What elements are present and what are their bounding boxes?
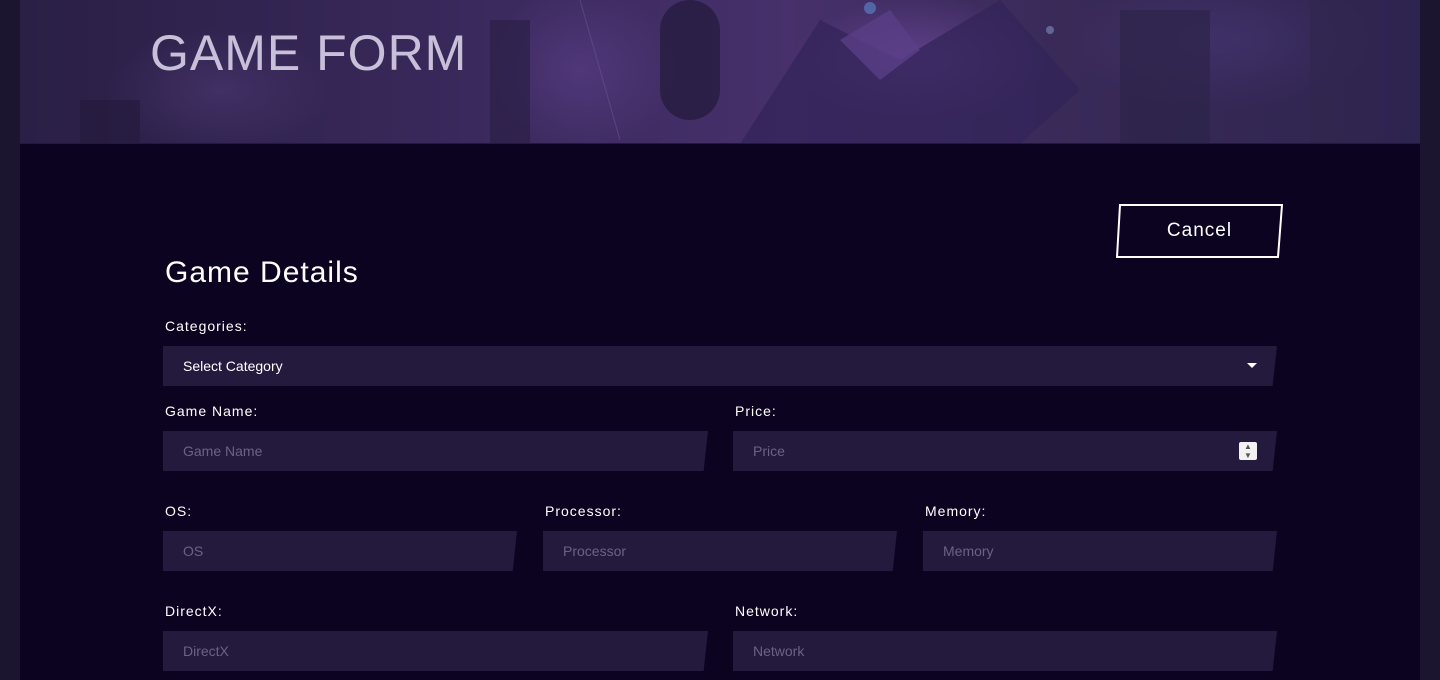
os-field-wrapper [163, 531, 517, 571]
game-name-input[interactable] [163, 431, 708, 471]
cancel-button[interactable]: Cancel [1116, 204, 1283, 258]
section-title: Game Details [165, 256, 359, 289]
page-title: GAME FORM [150, 25, 468, 81]
memory-input[interactable] [923, 531, 1277, 571]
cancel-button-label: Cancel [1166, 220, 1233, 241]
network-field-wrapper [733, 631, 1277, 671]
game-name-field-wrapper [163, 431, 708, 471]
category-select[interactable]: Select Category [163, 346, 1277, 386]
stepper-up-icon[interactable]: ▲ [1239, 442, 1257, 451]
app-frame: GAME FORM Cancel Game Details Categories… [20, 0, 1420, 680]
os-input[interactable] [163, 531, 517, 571]
network-input[interactable] [733, 631, 1277, 671]
directx-label: DirectX: [165, 603, 223, 619]
directx-field-wrapper [163, 631, 708, 671]
game-name-label: Game Name: [165, 403, 259, 419]
memory-label: Memory: [925, 503, 987, 519]
memory-field-wrapper [923, 531, 1277, 571]
header-banner: GAME FORM [20, 0, 1420, 144]
price-field-wrapper: ▲ ▼ [733, 431, 1277, 471]
processor-field-wrapper [543, 531, 897, 571]
price-input[interactable] [733, 431, 1277, 471]
stepper-down-icon[interactable]: ▼ [1239, 451, 1257, 460]
category-select-value: Select Category [183, 358, 283, 374]
chevron-down-icon [1247, 363, 1257, 368]
directx-input[interactable] [163, 631, 708, 671]
network-label: Network: [735, 603, 799, 619]
processor-label: Processor: [545, 503, 622, 519]
number-stepper-icon[interactable]: ▲ ▼ [1239, 442, 1257, 460]
price-label: Price: [735, 403, 777, 419]
os-label: OS: [165, 503, 193, 519]
categories-label: Categories: [165, 318, 248, 334]
processor-input[interactable] [543, 531, 897, 571]
